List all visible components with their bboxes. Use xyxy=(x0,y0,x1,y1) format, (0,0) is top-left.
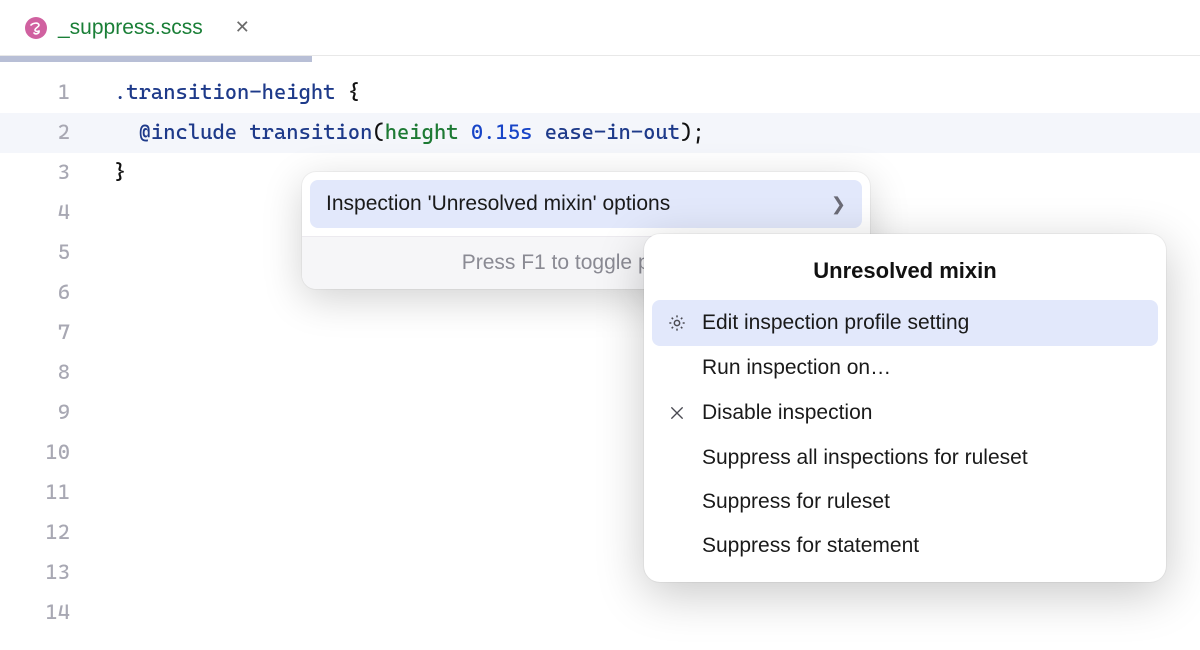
property-token: height xyxy=(385,120,459,144)
menu-item-label: Suppress for statement xyxy=(702,534,919,558)
line-number: 13 xyxy=(0,552,100,592)
indent xyxy=(114,120,139,144)
space xyxy=(459,120,471,144)
inspection-options-item[interactable]: Inspection 'Unresolved mixin' options ❯ xyxy=(310,180,862,228)
keyword-token: ease-in-out xyxy=(545,120,680,144)
chevron-right-icon: ❯ xyxy=(831,194,846,215)
line-number: 7 xyxy=(0,312,100,352)
selector-token: .transition-height xyxy=(114,80,335,104)
suppress-statement-item[interactable]: Suppress for statement xyxy=(652,524,1158,568)
suppress-all-item[interactable]: Suppress all inspections for ruleset xyxy=(652,436,1158,480)
menu-item-label: Suppress for ruleset xyxy=(702,490,890,514)
gear-icon xyxy=(664,310,690,336)
code-line[interactable]: @include transition(height 0.15s ease-in… xyxy=(100,112,1200,152)
disable-inspection-item[interactable]: Disable inspection xyxy=(652,390,1158,436)
run-inspection-item[interactable]: Run inspection on… xyxy=(652,346,1158,390)
menu-item-label: Inspection 'Unresolved mixin' options xyxy=(326,192,670,216)
close-icon[interactable]: ✕ xyxy=(231,13,254,42)
line-number: 10 xyxy=(0,432,100,472)
tab-bar: _suppress.scss ✕ xyxy=(0,0,1200,56)
code-line[interactable]: .transition-height { xyxy=(100,72,1200,112)
menu-item-label: Run inspection on… xyxy=(702,356,891,380)
submenu-title: Unresolved mixin xyxy=(652,246,1158,300)
brace-token: } xyxy=(114,160,126,184)
menu-item-label: Suppress all inspections for ruleset xyxy=(702,446,1028,470)
space xyxy=(237,120,249,144)
sass-file-icon xyxy=(24,16,48,40)
brace-token: { xyxy=(348,80,360,104)
line-number: 14 xyxy=(0,592,100,632)
inspection-submenu: Unresolved mixin Edit inspection profile… xyxy=(644,234,1166,582)
number-token: 0.15s xyxy=(471,120,533,144)
edit-inspection-profile-item[interactable]: Edit inspection profile setting xyxy=(652,300,1158,346)
line-number: 5 xyxy=(0,232,100,272)
space xyxy=(335,80,347,104)
menu-item-label: Edit inspection profile setting xyxy=(702,311,969,335)
mixin-name-token: transition xyxy=(249,120,372,144)
paren-token: ( xyxy=(372,120,384,144)
line-number: 11 xyxy=(0,472,100,512)
paren-token: ) xyxy=(680,120,692,144)
line-number: 6 xyxy=(0,272,100,312)
line-number: 2 xyxy=(0,112,100,152)
menu-item-label: Disable inspection xyxy=(702,401,872,425)
line-number: 8 xyxy=(0,352,100,392)
close-icon xyxy=(664,400,690,426)
line-number: 12 xyxy=(0,512,100,552)
line-number: 9 xyxy=(0,392,100,432)
line-number: 3 xyxy=(0,152,100,192)
space xyxy=(532,120,544,144)
suppress-ruleset-item[interactable]: Suppress for ruleset xyxy=(652,480,1158,524)
at-rule-token: @include xyxy=(139,120,237,144)
line-number: 1 xyxy=(0,72,100,112)
gutter: 1 2 3 4 5 6 7 8 9 10 11 12 13 14 xyxy=(0,62,100,632)
tab-filename: _suppress.scss xyxy=(58,16,203,40)
line-number: 4 xyxy=(0,192,100,232)
file-tab[interactable]: _suppress.scss ✕ xyxy=(8,5,270,50)
semicolon-token: ; xyxy=(692,120,704,144)
